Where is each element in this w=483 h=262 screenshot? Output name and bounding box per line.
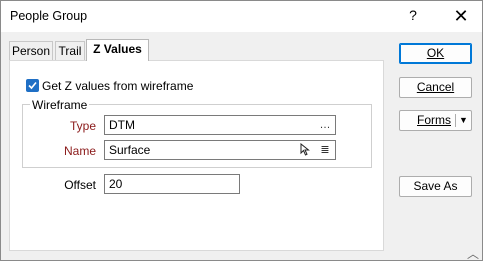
- window-title: People Group: [10, 9, 88, 23]
- name-field[interactable]: Surface ≣: [104, 140, 336, 160]
- type-label: Type: [69, 119, 96, 133]
- get-z-values-checkbox[interactable]: [26, 79, 39, 92]
- offset-value: 20: [109, 177, 123, 191]
- dropdown-arrow-icon[interactable]: ▼: [459, 112, 468, 129]
- split-divider: [455, 114, 456, 127]
- tab-z-values[interactable]: Z Values: [86, 39, 149, 61]
- browse-icon[interactable]: …: [317, 118, 333, 132]
- ok-button-label: OK: [426, 46, 445, 60]
- offset-label: Offset: [64, 178, 96, 192]
- type-value: DTM: [109, 118, 135, 132]
- collapse-chevron-icon[interactable]: ︿: [467, 245, 479, 262]
- pick-cursor-icon[interactable]: [298, 142, 314, 157]
- forms-split-button[interactable]: Forms ▼: [399, 110, 472, 131]
- type-field[interactable]: DTM …: [104, 115, 336, 135]
- close-button[interactable]: ✕: [449, 5, 473, 27]
- help-button[interactable]: ?: [405, 7, 421, 25]
- cancel-button-label: Cancel: [416, 80, 455, 94]
- offset-input[interactable]: 20: [104, 174, 240, 194]
- name-label: Name: [63, 144, 96, 158]
- get-z-values-label[interactable]: Get Z values from wireframe: [42, 79, 193, 93]
- title-bar: People Group ? ✕: [1, 1, 482, 32]
- ok-button[interactable]: OK: [399, 43, 472, 64]
- wireframe-group-label: Wireframe: [30, 98, 90, 112]
- save-as-button[interactable]: Save As: [399, 176, 472, 197]
- cancel-button[interactable]: Cancel: [399, 77, 472, 98]
- name-value: Surface: [109, 143, 151, 157]
- checkmark-icon: [28, 81, 37, 90]
- dialog-window: People Group ? ✕ Person Trail Z Values G…: [0, 0, 483, 261]
- forms-button-label: Forms: [417, 113, 451, 127]
- z-values-panel: Get Z values from wireframe Wireframe Ty…: [9, 60, 384, 251]
- list-icon[interactable]: ≣: [317, 143, 333, 157]
- tab-trail[interactable]: Trail: [55, 41, 85, 60]
- tab-person[interactable]: Person: [9, 41, 53, 60]
